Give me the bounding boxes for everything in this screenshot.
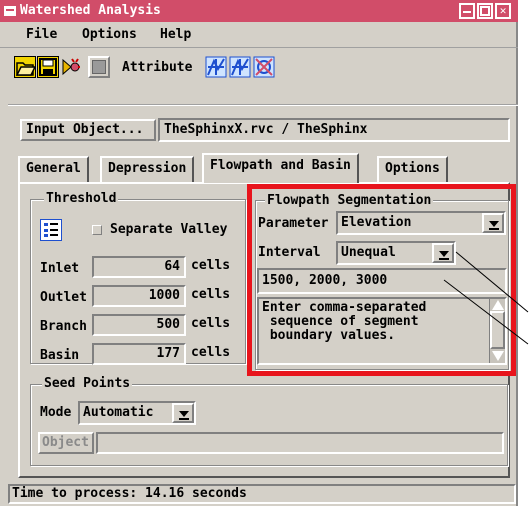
disabled-icon[interactable]	[88, 56, 110, 78]
run-icon[interactable]	[60, 56, 82, 78]
help-line-2: sequence of segment	[262, 314, 419, 329]
parameter-value: Elevation	[341, 215, 412, 230]
help-line-3: boundary values.	[262, 328, 396, 343]
threshold-label-branch: Branch	[40, 319, 87, 334]
list-icon[interactable]	[40, 219, 62, 241]
threshold-label-inlet: Inlet	[40, 261, 80, 276]
outlet-unit: cells	[191, 287, 231, 302]
window-title: Watershed Analysis	[20, 3, 161, 18]
window-menu-icon[interactable]	[4, 6, 16, 16]
input-object-field: TheSphinxX.rvc / TheSphinx	[158, 118, 510, 142]
menu-bar: File Options Help	[0, 22, 518, 48]
tab-depression[interactable]: Depression	[100, 156, 195, 183]
chevron-down-icon[interactable]	[482, 213, 504, 233]
minimize-icon[interactable]	[459, 3, 475, 19]
menu-help[interactable]: Help	[160, 27, 191, 42]
flowpath-title: Flowpath Segmentation	[265, 193, 434, 208]
interval-select[interactable]: Unequal	[336, 241, 456, 265]
status-bar: Time to process: 14.16 seconds	[8, 484, 516, 504]
threshold-title: Threshold	[44, 191, 119, 206]
help-line-1: Enter comma-separated	[262, 300, 427, 315]
basin-unit: cells	[191, 345, 231, 360]
callout-lines	[443, 251, 529, 345]
title-bar[interactable]: Watershed Analysis ✕	[0, 0, 518, 22]
save-icon[interactable]	[37, 56, 59, 78]
threshold-label-basin: Basin	[40, 348, 80, 363]
maximize-icon[interactable]	[477, 3, 493, 19]
outlet-field[interactable]: 1000	[92, 285, 186, 307]
mode-value: Automatic	[83, 405, 154, 420]
attribute-icon-1[interactable]	[205, 56, 227, 78]
threshold-label-outlet: Outlet	[40, 290, 87, 305]
seed-points-title: Seed Points	[42, 376, 133, 391]
interval-label: Interval	[258, 245, 321, 260]
parameter-label: Parameter	[258, 216, 329, 231]
toolbar-divider	[8, 104, 518, 106]
mode-select[interactable]: Automatic	[78, 401, 196, 425]
close-icon[interactable]: ✕	[495, 3, 511, 19]
branch-field[interactable]: 500	[92, 314, 186, 336]
separate-valley-label: Separate Valley	[110, 222, 228, 237]
menu-file[interactable]: File	[26, 27, 57, 42]
inlet-field[interactable]: 64	[92, 256, 186, 278]
boundary-values-text: 1500, 2000, 3000	[262, 273, 388, 288]
tab-options[interactable]: Options	[377, 156, 448, 183]
tab-general[interactable]: General	[18, 156, 89, 183]
attribute-icon-2[interactable]	[229, 56, 251, 78]
help-text: Enter comma-separated sequence of segmen…	[262, 301, 426, 343]
menu-options[interactable]: Options	[82, 27, 137, 42]
attribute-icon-3[interactable]	[253, 56, 275, 78]
branch-unit: cells	[191, 316, 231, 331]
tab-flowpath-and-basin[interactable]: Flowpath and Basin	[202, 153, 359, 183]
open-folder-icon[interactable]	[14, 56, 37, 78]
separate-valley-checkbox[interactable]	[92, 225, 102, 235]
parameter-select[interactable]: Elevation	[336, 211, 506, 235]
attribute-label: Attribute	[122, 60, 193, 75]
basin-field[interactable]: 177	[92, 343, 186, 365]
inlet-unit: cells	[191, 258, 231, 273]
scroll-down-icon[interactable]	[492, 351, 504, 361]
interval-value: Unequal	[341, 245, 396, 260]
chevron-down-icon[interactable]	[172, 403, 194, 423]
object-field	[96, 432, 504, 454]
mode-label: Mode	[40, 405, 72, 420]
input-object-button[interactable]: Input Object...	[20, 119, 156, 141]
object-button[interactable]: Object	[38, 432, 94, 454]
